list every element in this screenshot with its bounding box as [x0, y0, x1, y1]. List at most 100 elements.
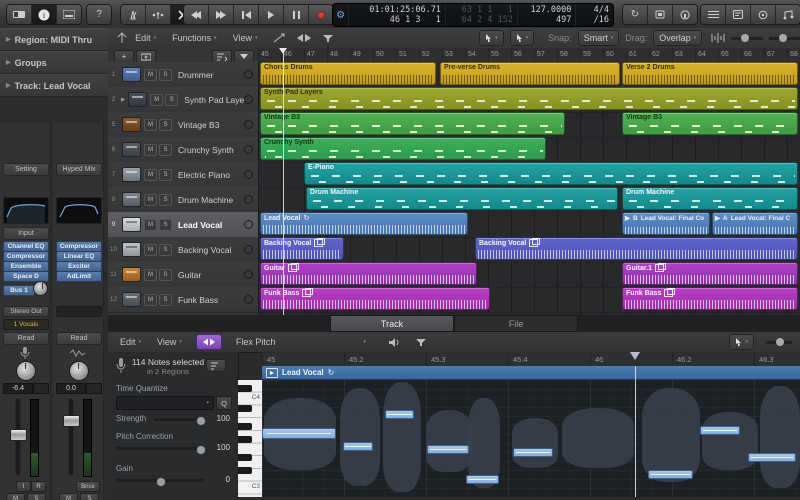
mute-button[interactable]: M [59, 493, 78, 500]
black-key[interactable] [238, 436, 252, 443]
playhead[interactable] [283, 48, 284, 315]
take-disclosure-icon[interactable]: ▶ [715, 214, 720, 222]
flex-pitch-note[interactable] [748, 453, 796, 462]
take-disclosure-icon[interactable]: ▶ [625, 214, 630, 222]
region-funk-bass[interactable]: Funk Bass [260, 287, 490, 310]
mute-button[interactable]: M [150, 94, 163, 106]
volume-value[interactable]: 0.0 [56, 383, 86, 394]
flex-mode-menu[interactable]: Flex Pitch▾ [228, 337, 374, 347]
flex-pitch-note[interactable] [385, 410, 414, 419]
automation-mode-button[interactable]: Read [56, 332, 102, 345]
region-crunchy-synth[interactable]: Crunchy Synth [260, 137, 546, 160]
track-on-icon[interactable] [244, 120, 253, 129]
solo-button[interactable]: S [159, 144, 172, 156]
mute-button[interactable]: M [144, 269, 157, 281]
arrange-edit-menu[interactable]: Edit▾ [127, 33, 164, 43]
solo-button[interactable]: S [27, 493, 46, 500]
solo-button[interactable]: S [159, 219, 172, 231]
output-slot[interactable]: Stereo Out [3, 306, 49, 317]
mute-button[interactable]: M [144, 194, 157, 206]
volume-fader[interactable] [63, 415, 80, 427]
track-inspector-header[interactable]: ▶Track: Lead Vocal [0, 74, 108, 97]
mute-button[interactable]: M [144, 219, 157, 231]
mute-button[interactable]: M [144, 294, 157, 306]
region-backing-vocal-2[interactable]: Backing Vocal [475, 237, 798, 260]
apple-loops-icon[interactable] [751, 5, 775, 24]
track-on-icon[interactable] [244, 270, 253, 279]
input-monitor-button[interactable]: I [16, 481, 31, 492]
plugin-slot[interactable]: AdLimit [56, 271, 102, 282]
solo-button[interactable]: S [159, 294, 172, 306]
lcd-gear-icon[interactable]: ⚙ [333, 4, 349, 26]
track-header-drum-machine[interactable]: 8MSDrum Machine [108, 187, 258, 213]
flex-pitch-editor[interactable] [262, 380, 800, 497]
black-key[interactable] [238, 405, 252, 412]
mute-button[interactable]: M [144, 244, 157, 256]
volume-value[interactable]: -6.4 [3, 383, 33, 394]
track-on-icon[interactable] [244, 220, 253, 229]
editor-region-header[interactable]: Lead Vocal ↻ [262, 366, 800, 380]
solo-button[interactable]: S [80, 493, 99, 500]
track-header-drummer[interactable]: 1MSDrummer [108, 62, 258, 88]
groups-inspector-header[interactable]: ▶Groups [0, 51, 108, 74]
list-editors-icon[interactable] [701, 5, 725, 24]
region-lead-vocal-take-a[interactable]: ▶ALead Vocal: Final C [712, 212, 798, 235]
pan-knob[interactable] [16, 361, 36, 381]
track-on-icon[interactable] [244, 145, 253, 154]
region-preverse-drums[interactable]: Pre-verse Drums [440, 62, 620, 85]
solo-button[interactable]: S [159, 244, 172, 256]
flex-toggle-icon[interactable] [196, 334, 222, 350]
left-click-tool-menu[interactable]: ▾ [479, 30, 504, 46]
flex-pitch-note[interactable] [700, 426, 740, 435]
arrange-view-menu[interactable]: View▾ [225, 33, 266, 43]
track-header-synth-pad[interactable]: 2▶MSSynth Pad Layers [108, 87, 258, 113]
track-header-crunchy-synth[interactable]: 6MSCrunchy Synth [108, 137, 258, 163]
region-backing-vocal[interactable]: Backing Vocal [260, 237, 344, 260]
vertical-zoom-slider[interactable] [731, 37, 762, 40]
region-chorus-drums[interactable]: Chorus Drums [260, 62, 436, 85]
solo-button[interactable]: S [165, 94, 178, 106]
eq-thumbnail[interactable] [3, 197, 49, 224]
arrange-area[interactable]: Chorus Drums Pre-verse Drums Verse 2 Dru… [258, 62, 800, 315]
bar-ruler[interactable]: 4546474849505152535455565758596061626364… [258, 48, 800, 63]
waveform-zoom-icon[interactable] [710, 32, 725, 44]
pan-knob[interactable] [69, 361, 89, 381]
catch-playhead-button[interactable] [206, 359, 226, 372]
region-vintage-b3-2[interactable]: Vintage B3 [622, 112, 798, 135]
flex-mode-icon[interactable] [295, 32, 312, 44]
lcd-display[interactable]: ⚙ 01:01:25:06.71 46 1 3 1 63 1 1 1 64 2 … [332, 3, 614, 27]
flex-pitch-note[interactable] [513, 448, 553, 457]
editor-beat-ruler[interactable]: 4545.245.345.44646.246.3 [262, 352, 800, 367]
peak-value[interactable] [86, 383, 102, 394]
record-enable-button[interactable]: R [31, 481, 46, 492]
catch-filter-icon[interactable] [414, 336, 428, 348]
peak-value[interactable] [33, 383, 49, 394]
quick-help-icon[interactable] [57, 5, 81, 24]
tuner-icon[interactable] [146, 5, 170, 24]
track-header-electric-piano[interactable]: 7MSElectric Piano [108, 162, 258, 188]
track-stack-disclosure-icon[interactable]: ▶ [121, 97, 125, 103]
editor-view-menu[interactable]: View▾ [149, 337, 190, 347]
editor-tool-menu[interactable]: ▾ [729, 334, 754, 350]
help-icon[interactable]: ? [87, 5, 111, 24]
region-e-piano[interactable]: E-Piano [304, 162, 798, 185]
solo-button[interactable]: S [159, 69, 172, 81]
eq-thumbnail[interactable] [56, 197, 102, 224]
snap-menu[interactable]: Smart▾ [578, 30, 620, 46]
track-header-vintage-b3[interactable]: 5MSVintage B3 [108, 112, 258, 138]
flex-pitch-note[interactable] [648, 470, 693, 479]
drag-menu[interactable]: Overlap▾ [653, 30, 702, 46]
replace-icon[interactable] [648, 5, 672, 24]
track-on-icon[interactable] [244, 245, 253, 254]
mute-button[interactable]: M [144, 119, 157, 131]
playhead-marker[interactable] [279, 48, 287, 58]
track-header-funk-bass[interactable]: 12MSFunk Bass [108, 287, 258, 313]
quantize-apply-button[interactable]: Q [216, 396, 232, 410]
strength-slider[interactable] [154, 418, 206, 421]
flex-pitch-note[interactable] [343, 442, 373, 451]
zoom-tool-icon[interactable] [272, 32, 285, 44]
autozoom-filter-icon[interactable] [321, 32, 334, 44]
rewind-button[interactable] [184, 5, 208, 24]
solo-button[interactable]: S [159, 194, 172, 206]
stop-button[interactable] [234, 5, 258, 24]
